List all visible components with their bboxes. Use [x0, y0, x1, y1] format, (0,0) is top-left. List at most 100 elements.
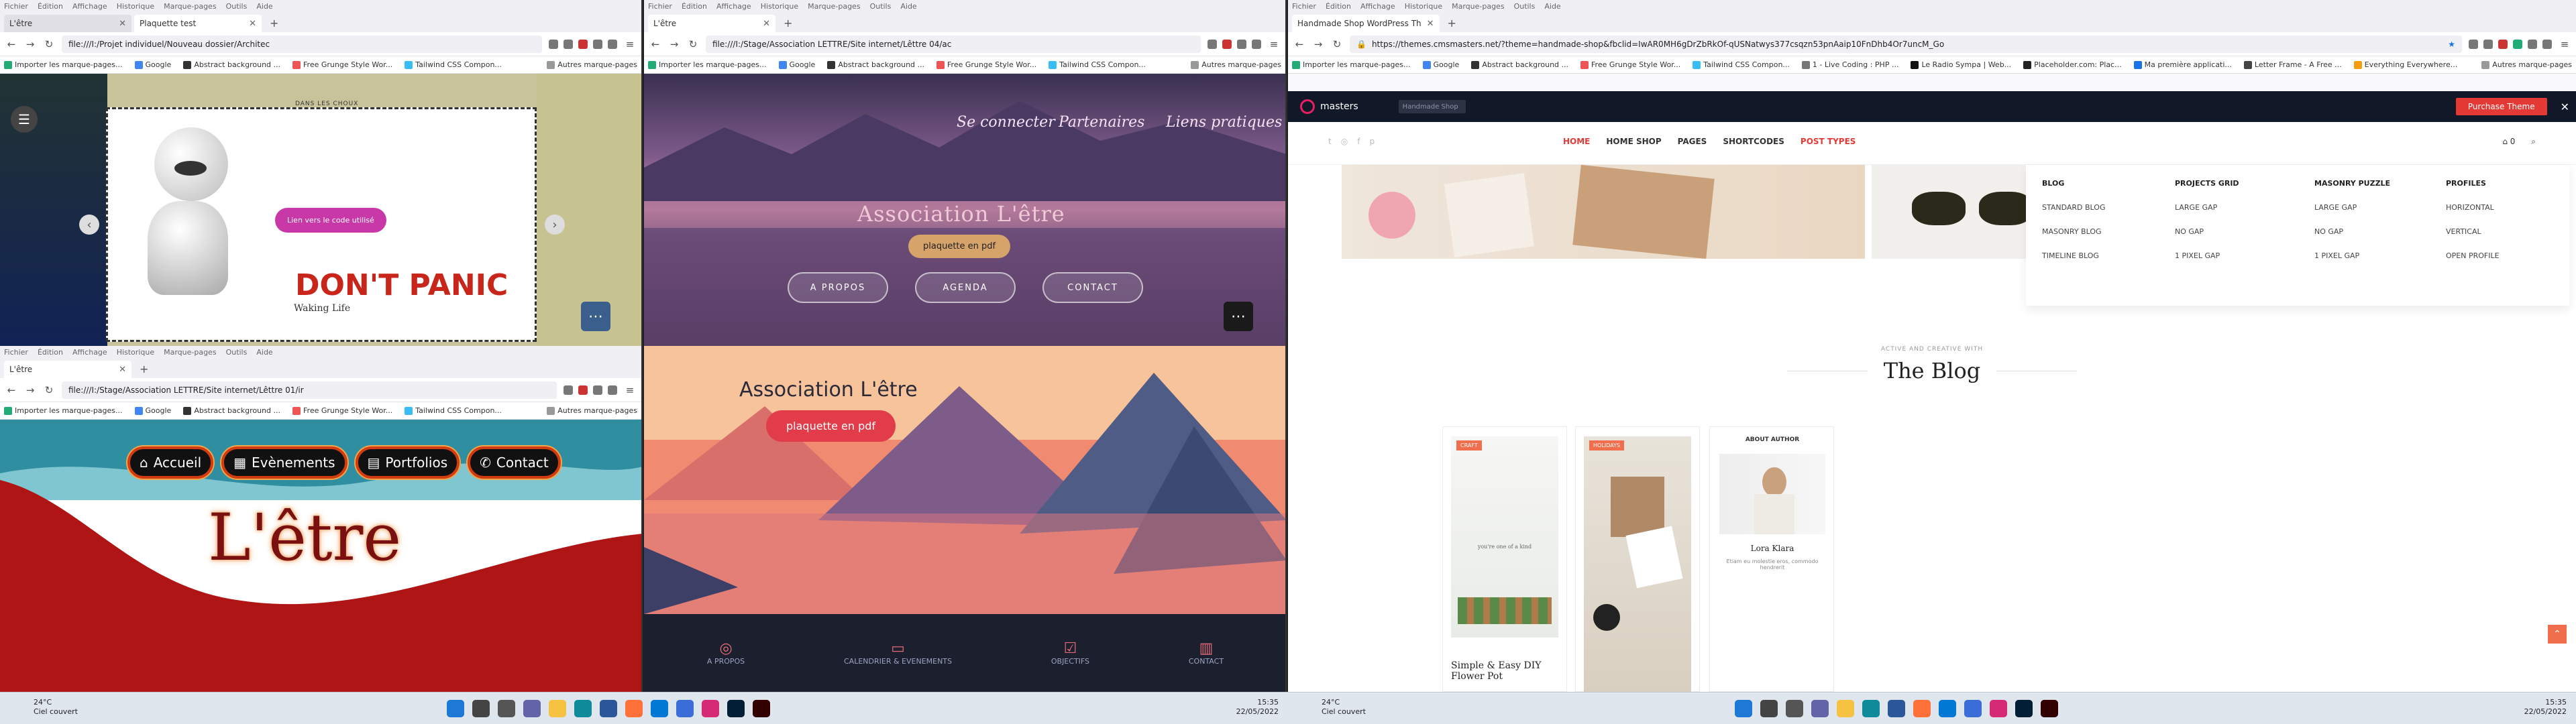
menu-edit[interactable]: Édition: [1326, 2, 1351, 11]
close-icon[interactable]: ✕: [119, 365, 126, 375]
ext-icon[interactable]: [608, 385, 617, 395]
weather-widget[interactable]: 24°C Ciel couvert: [34, 698, 78, 717]
more-button[interactable]: ⋯: [1224, 302, 1253, 331]
ext-icon[interactable]: [578, 385, 588, 395]
menu-bookmarks[interactable]: Marque-pages: [808, 2, 860, 11]
tab-lettre[interactable]: L'être ✕: [4, 361, 131, 378]
footer-contact[interactable]: ▥ CONTACT: [1189, 640, 1224, 666]
ext-icon[interactable]: [593, 385, 602, 395]
menu-view[interactable]: Affichage: [72, 2, 107, 11]
tab-handmade[interactable]: Handmade Shop WordPress Th ✕: [1292, 15, 1440, 32]
menu-help[interactable]: Aide: [1544, 2, 1560, 11]
footer-calendar[interactable]: ▭ CALENDRIER & EVENEMENTS: [844, 640, 952, 666]
nav-pages[interactable]: PAGES: [1678, 137, 1707, 146]
menu-view[interactable]: Affichage: [72, 348, 107, 357]
photoshop-icon[interactable]: [2015, 700, 2033, 717]
url-bar[interactable]: file:///I:/Stage/Association LETTRE/Site…: [706, 35, 1201, 53]
url-bar[interactable]: file:///I:/Stage/Association LETTRE/Site…: [62, 381, 557, 399]
weather-widget[interactable]: 24°C Ciel couvert: [1322, 698, 1366, 717]
menu-item[interactable]: 1 PIXEL GAP: [2314, 244, 2390, 268]
menu-tools[interactable]: Outils: [870, 2, 892, 11]
menu-bookmarks[interactable]: Marque-pages: [1452, 2, 1504, 11]
close-icon[interactable]: ✕: [249, 19, 256, 29]
url-bar[interactable]: file:///I:/Projet individuel/Nouveau dos…: [62, 35, 542, 53]
bookmark-item[interactable]: Abstract background ...: [1471, 60, 1568, 69]
menu-item[interactable]: 1 PIXEL GAP: [2175, 244, 2239, 268]
reload-icon[interactable]: ↻: [687, 38, 699, 50]
chat-icon[interactable]: [523, 700, 541, 717]
reload-icon[interactable]: ↻: [43, 38, 55, 50]
menu-item[interactable]: HORIZONTAL: [2446, 196, 2500, 220]
bookmark-item[interactable]: Tailwind CSS Compon...: [405, 406, 502, 415]
theme-switcher[interactable]: Handmade Shop: [1398, 100, 1466, 113]
menu-item[interactable]: LARGE GAP: [2314, 196, 2390, 220]
illustrator-icon[interactable]: [2041, 700, 2058, 717]
menu-view[interactable]: Affichage: [1360, 2, 1395, 11]
close-icon[interactable]: ✕: [763, 19, 770, 29]
store-icon[interactable]: [1888, 700, 1905, 717]
explorer-icon[interactable]: [1837, 700, 1854, 717]
mail-icon[interactable]: [651, 700, 668, 717]
search-icon[interactable]: ⌕: [2531, 137, 2536, 146]
ext-icon[interactable]: [1237, 39, 1246, 49]
facebook-icon[interactable]: f: [1357, 137, 1360, 146]
back-icon[interactable]: ←: [649, 38, 661, 50]
close-icon[interactable]: ✕: [2561, 101, 2569, 113]
reload-icon[interactable]: ↻: [43, 384, 55, 396]
close-icon[interactable]: ✕: [119, 19, 126, 29]
menu-file[interactable]: Fichier: [4, 2, 28, 11]
bookmark-item[interactable]: Google: [1422, 60, 1459, 69]
bookmark-item[interactable]: Importer les marque-pages...: [1292, 60, 1411, 69]
forward-icon[interactable]: →: [1312, 38, 1324, 50]
ext-icon[interactable]: [2528, 39, 2537, 49]
bookmark-item[interactable]: 1 - Live Coding : PHP ...: [1801, 60, 1898, 69]
task-view-icon[interactable]: [498, 700, 515, 717]
ext-icon[interactable]: [2513, 39, 2522, 49]
back-icon[interactable]: ←: [5, 384, 17, 396]
nav-contact[interactable]: ✆ Contact: [468, 446, 561, 479]
ext-icon[interactable]: [1252, 39, 1261, 49]
close-icon[interactable]: ✕: [1427, 19, 1434, 29]
firefox-icon[interactable]: [1913, 700, 1931, 717]
illustrator-icon[interactable]: [753, 700, 770, 717]
menu-tools[interactable]: Outils: [1514, 2, 1536, 11]
ext-icon[interactable]: [2498, 39, 2508, 49]
clock[interactable]: 15:35 22/05/2022: [1236, 698, 1279, 717]
ext-icon[interactable]: [2542, 39, 2552, 49]
forward-icon[interactable]: →: [668, 38, 680, 50]
menu-history[interactable]: Historique: [1405, 2, 1442, 11]
start-icon[interactable]: [1735, 700, 1752, 717]
category-badge[interactable]: HOLIDAYS: [1589, 440, 1624, 450]
menu-edit[interactable]: Édition: [38, 348, 63, 357]
search-icon[interactable]: [472, 700, 490, 717]
bookmark-item[interactable]: Free Grunge Style Wor...: [292, 60, 392, 69]
twitter-icon[interactable]: t: [1328, 137, 1332, 146]
prev-arrow[interactable]: ‹: [79, 215, 99, 235]
reload-icon[interactable]: ↻: [1331, 38, 1343, 50]
nav-partners[interactable]: Partenaires: [1059, 114, 1144, 131]
new-tab-button[interactable]: +: [778, 17, 798, 32]
menu-view[interactable]: Affichage: [716, 2, 751, 11]
menu-history[interactable]: Historique: [117, 348, 154, 357]
nav-home-shop[interactable]: HOME SHOP: [1606, 137, 1661, 146]
cms-logo[interactable]: [1300, 99, 1315, 114]
menu-icon[interactable]: ≡: [1268, 38, 1280, 50]
bookmark-folder[interactable]: Autres marque-pages: [1191, 60, 1281, 69]
edge-icon[interactable]: [574, 700, 592, 717]
bookmark-item[interactable]: Google: [134, 60, 171, 69]
menu-edit[interactable]: Édition: [38, 2, 63, 11]
ext-icon[interactable]: [1222, 39, 1232, 49]
bookmark-item[interactable]: Free Grunge Style Wor...: [292, 406, 392, 415]
bookmark-folder[interactable]: Autres marque-pages: [547, 60, 637, 69]
photoshop-icon[interactable]: [727, 700, 745, 717]
menu-help[interactable]: Aide: [256, 348, 272, 357]
scroll-top-button[interactable]: ⌃: [2548, 625, 2567, 644]
card-title[interactable]: Simple & Easy DIY Flower Pot: [1451, 660, 1565, 682]
bookmark-item[interactable]: Google: [778, 60, 815, 69]
footer-about[interactable]: ◎ A PROPOS: [707, 640, 745, 666]
bookmark-item[interactable]: Ma première applicati...: [2133, 60, 2232, 69]
forward-icon[interactable]: →: [24, 38, 36, 50]
store-icon[interactable]: [600, 700, 617, 717]
footer-goals[interactable]: ☑ OBJECTIFS: [1051, 640, 1089, 666]
new-tab-button[interactable]: +: [134, 363, 154, 378]
